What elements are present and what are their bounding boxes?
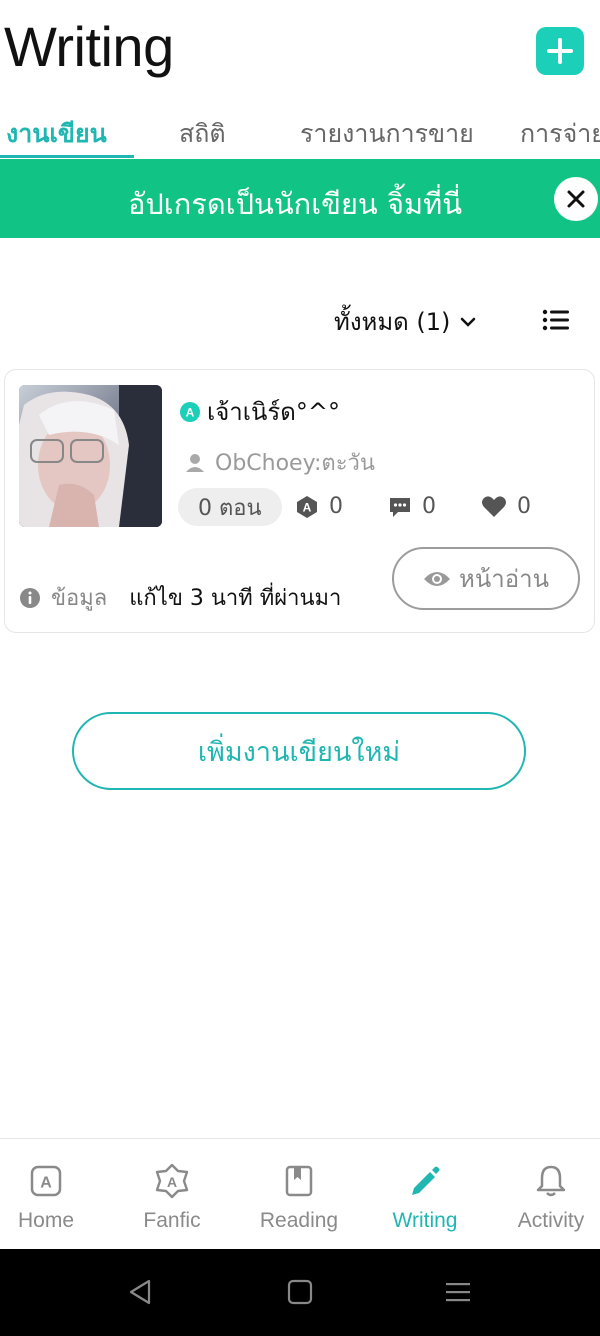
nav-reading[interactable]: Reading [239,1139,359,1250]
svg-text:A: A [40,1175,52,1192]
nav-home-label: Home [17,1209,75,1232]
story-title[interactable]: A เจ้าเนิร์ด°^° [179,392,340,431]
close-icon [567,190,585,208]
pencil-icon [412,1166,440,1195]
nav-writing-label: Writing [392,1209,458,1232]
nav-activity[interactable]: Activity [491,1139,600,1250]
list-view-button[interactable] [542,308,570,332]
home-square-icon [287,1279,313,1305]
tab-active-indicator [0,155,134,158]
banner-text: อัปเกรดเป็นนักเขียน จิ้มที่นี่ [127,187,463,221]
menu-lines-icon [446,1283,470,1302]
system-nav-bar [0,1249,600,1336]
tab-bar: งานเขียน สถิติ รายงานการขาย การจ่าย [0,104,600,158]
fanfic-count: 0 [329,494,343,519]
nav-home[interactable]: A Home [0,1139,106,1250]
bell-icon [536,1165,566,1197]
fanfic-icon: A [297,495,317,518]
user-icon [186,453,204,472]
last-edited-text: แก้ไข 3 นาที ที่ผ่านมา [129,586,342,611]
back-triangle-icon [129,1279,151,1305]
read-page-label: หน้าอ่าน [459,565,549,593]
svg-text:A: A [303,500,312,514]
nav-writing[interactable]: Writing [365,1139,485,1250]
comment-icon [390,497,410,517]
banner-close-button[interactable] [554,177,598,221]
nav-fanfic-label: Fanfic [143,1209,201,1232]
filter-row: ทั้งหมด (1) [0,296,600,340]
info-icon[interactable] [19,587,41,609]
filter-dropdown[interactable]: ทั้งหมด (1) [334,302,476,341]
header: Writing [0,0,600,100]
episode-count-badge: 0 ตอน [178,488,282,526]
chevron-down-icon [461,317,476,327]
system-back-button[interactable] [125,1277,155,1307]
tab-statistics[interactable]: สถิติ [179,114,226,154]
upgrade-banner[interactable]: อัปเกรดเป็นนักเขียน จิ้มที่นี่ [0,159,600,238]
add-button[interactable] [536,27,584,75]
svg-text:A: A [167,1174,177,1190]
book-icon [285,1165,313,1197]
system-home-button[interactable] [285,1277,315,1307]
system-menu-button[interactable] [443,1277,473,1307]
add-new-writing-button[interactable]: เพิ่มงานเขียนใหม่ [72,712,526,790]
filter-label: ทั้งหมด (1) [334,308,451,336]
plus-icon [547,38,573,64]
home-icon: A [30,1165,62,1197]
tab-writing[interactable]: งานเขียน [6,114,107,154]
author-name: ObChoey:ตะวัน [215,451,375,476]
fanfic-badge-icon: A [180,401,200,422]
story-card[interactable]: A เจ้าเนิร์ด°^° ObChoey:ตะวัน 0 ตอน A 0 … [4,369,595,633]
eye-icon [424,571,450,586]
tab-payment[interactable]: การจ่าย [520,114,600,154]
bottom-nav: A Home A Fanfic Reading Writing Activity [0,1138,600,1249]
story-title-text: เจ้าเนิร์ด°^° [207,398,340,426]
list-icon [542,309,569,331]
like-stat: 0 [481,494,531,519]
story-info-row: ข้อมูล แก้ไข 3 นาที ที่ผ่านมา [19,580,341,615]
comment-count: 0 [422,494,436,519]
nav-fanfic[interactable]: A Fanfic [112,1139,232,1250]
fanfic-stat: A 0 [295,494,343,519]
story-author: ObChoey:ตะวัน [185,445,375,480]
like-count: 0 [517,494,531,519]
fanfic-icon: A [155,1163,189,1199]
info-label[interactable]: ข้อมูล [51,580,107,615]
heart-icon [482,495,506,517]
comment-stat: 0 [388,494,436,519]
read-page-button[interactable]: หน้าอ่าน [392,547,580,610]
nav-activity-label: Activity [517,1209,585,1232]
story-cover-image[interactable] [19,385,162,527]
svg-text:A: A [186,405,195,419]
nav-reading-label: Reading [259,1209,339,1232]
page-title: Writing [4,15,174,78]
tab-sales-report[interactable]: รายงานการขาย [300,114,474,154]
